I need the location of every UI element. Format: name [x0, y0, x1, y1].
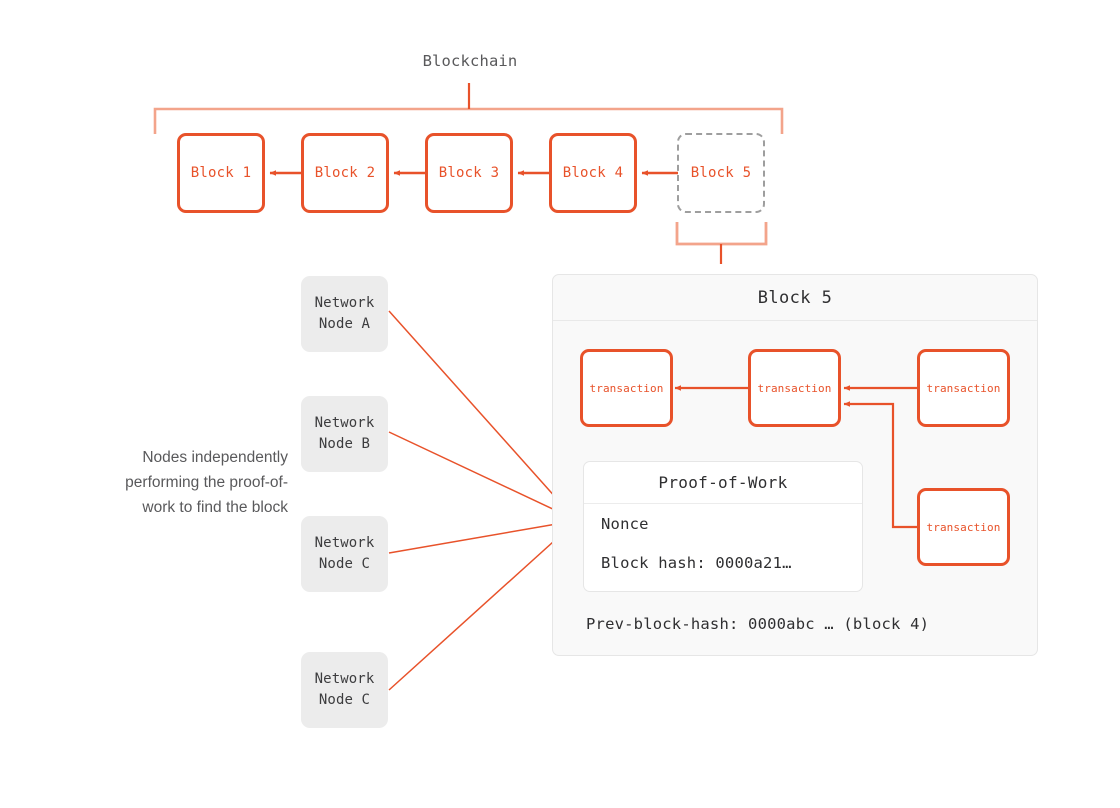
chain-block-1[interactable]: Block 1: [177, 133, 265, 213]
network-node-b-line2: Node B: [318, 436, 371, 452]
network-node-a[interactable]: Network Node A: [301, 276, 388, 352]
chain-block-5-pending[interactable]: Block 5: [677, 133, 765, 213]
transaction-box-3[interactable]: transaction: [917, 349, 1010, 427]
blockchain-bracket: [153, 83, 784, 134]
chain-block-3[interactable]: Block 3: [425, 133, 513, 213]
blockchain-title-label: Blockchain: [422, 52, 518, 70]
blockchain-diagram: Blockchain Block 1 Block 2 Block 3 Block…: [0, 0, 1120, 808]
chain-block-4-label: Block 4: [562, 165, 624, 181]
network-node-b-line1: Network: [314, 415, 375, 431]
network-node-a-line2: Node A: [318, 316, 371, 332]
network-node-c-2[interactable]: Network Node C: [301, 652, 388, 728]
chain-block-5-label: Block 5: [690, 165, 752, 181]
network-node-b[interactable]: Network Node B: [301, 396, 388, 472]
block-detail-title: Block 5: [553, 275, 1037, 321]
pending-block-bracket: [675, 222, 768, 264]
network-node-c-2-line2: Node C: [318, 692, 371, 708]
transaction-box-2[interactable]: transaction: [748, 349, 841, 427]
network-node-c-line2: Node C: [318, 556, 371, 572]
proof-of-work-card: Proof-of-Work Nonce Block hash: 0000a21…: [583, 461, 863, 592]
block-hash-label: Block hash: 0000a21…: [601, 554, 792, 572]
nodes-caption: Nodes independently performing the proof…: [125, 449, 288, 517]
chain-block-4[interactable]: Block 4: [549, 133, 637, 213]
transaction-box-1-label: transaction: [589, 381, 664, 395]
chain-block-1-label: Block 1: [190, 165, 252, 181]
network-node-a-line1: Network: [314, 295, 375, 311]
transaction-box-2-label: transaction: [757, 381, 832, 395]
transaction-box-3-label: transaction: [926, 381, 1001, 395]
transaction-box-4[interactable]: transaction: [917, 488, 1010, 566]
transaction-box-4-label: transaction: [926, 520, 1001, 534]
transaction-box-1[interactable]: transaction: [580, 349, 673, 427]
prev-block-hash-label: Prev-block-hash: 0000abc … (block 4): [586, 615, 930, 633]
network-node-c-2-line1: Network: [314, 671, 375, 687]
nonce-label: Nonce: [601, 515, 649, 533]
chain-block-2[interactable]: Block 2: [301, 133, 389, 213]
chain-block-2-label: Block 2: [314, 165, 376, 181]
network-node-c-line1: Network: [314, 535, 375, 551]
network-node-c[interactable]: Network Node C: [301, 516, 388, 592]
proof-of-work-title: Proof-of-Work: [584, 462, 862, 504]
node-to-pow-arrows: [388, 310, 575, 691]
chain-block-3-label: Block 3: [438, 165, 500, 181]
